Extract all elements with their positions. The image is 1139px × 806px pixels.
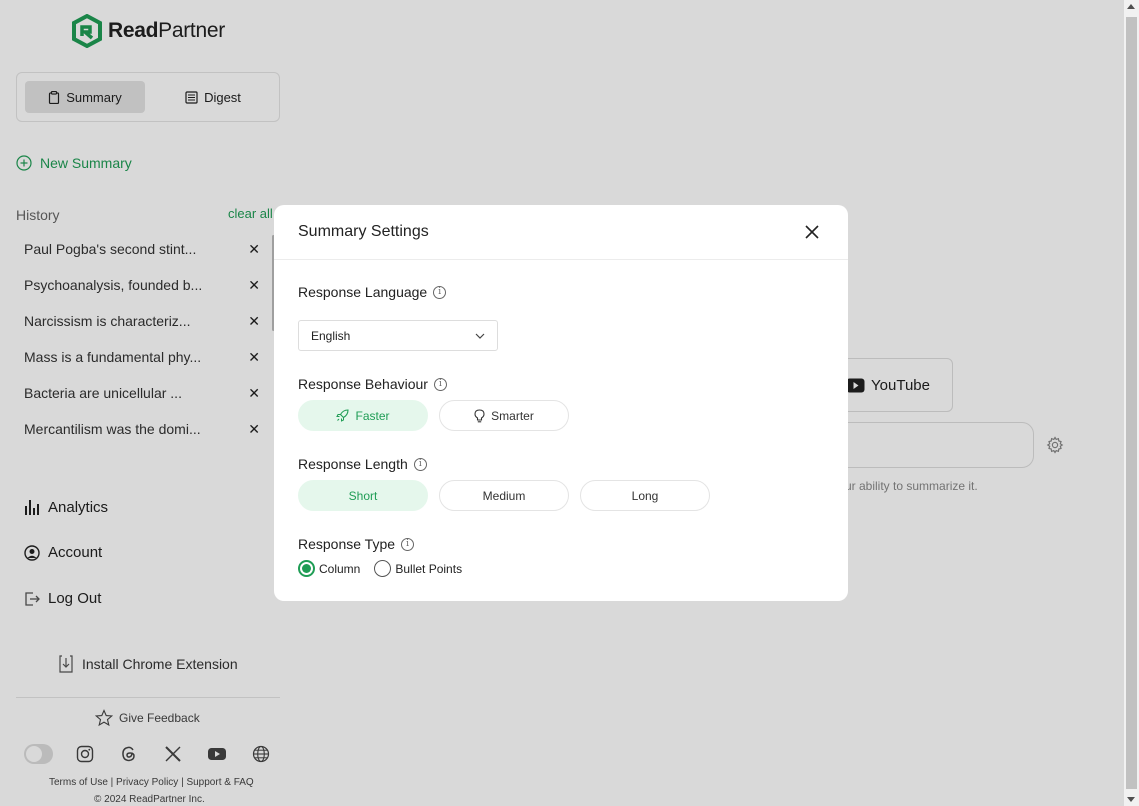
length-medium-option[interactable]: Medium	[439, 480, 569, 511]
length-long-option[interactable]: Long	[580, 480, 710, 511]
type-bullet-points-radio[interactable]: Bullet Points	[374, 560, 462, 577]
radio-checked-icon[interactable]	[298, 560, 315, 577]
response-length-label: Response Length i	[298, 456, 427, 472]
language-select[interactable]: English	[298, 320, 498, 351]
bullet-points-label: Bullet Points	[395, 561, 463, 576]
behaviour-smarter-option[interactable]: Smarter	[439, 400, 569, 431]
language-select-value: English	[311, 328, 351, 343]
page-scrollbar[interactable]	[1124, 0, 1139, 806]
page-scroll-thumb[interactable]	[1126, 17, 1137, 789]
faster-label: Faster	[355, 408, 390, 423]
short-label: Short	[348, 488, 378, 503]
rocket-icon	[336, 409, 350, 422]
medium-label: Medium	[482, 488, 526, 503]
info-icon[interactable]: i	[413, 457, 427, 471]
response-language-label: Response Language i	[298, 284, 447, 300]
chevron-down-icon	[475, 333, 485, 339]
info-icon[interactable]: i	[401, 537, 415, 551]
column-label: Column	[319, 561, 361, 576]
type-column-radio[interactable]: Column	[298, 560, 360, 577]
info-icon[interactable]: i	[433, 377, 447, 391]
radio-unchecked-icon[interactable]	[374, 560, 392, 577]
summary-settings-modal: Summary Settings Response Language i Eng…	[274, 205, 848, 601]
length-short-option[interactable]: Short	[298, 480, 428, 511]
response-type-label: Response Type i	[298, 536, 415, 552]
smarter-label: Smarter	[491, 408, 534, 423]
scroll-up-arrow-icon[interactable]	[1127, 4, 1135, 9]
info-icon[interactable]: i	[433, 285, 447, 299]
response-type-radio-group: Column Bullet Points	[298, 560, 462, 577]
scroll-down-arrow-icon[interactable]	[1127, 797, 1135, 802]
long-label: Long	[631, 488, 659, 503]
modal-header: Summary Settings	[274, 205, 848, 260]
response-behaviour-label: Response Behaviour i	[298, 376, 447, 392]
modal-title: Summary Settings	[298, 223, 429, 240]
close-icon[interactable]	[804, 224, 820, 240]
lightbulb-icon	[474, 408, 485, 422]
behaviour-faster-option[interactable]: Faster	[298, 400, 428, 431]
